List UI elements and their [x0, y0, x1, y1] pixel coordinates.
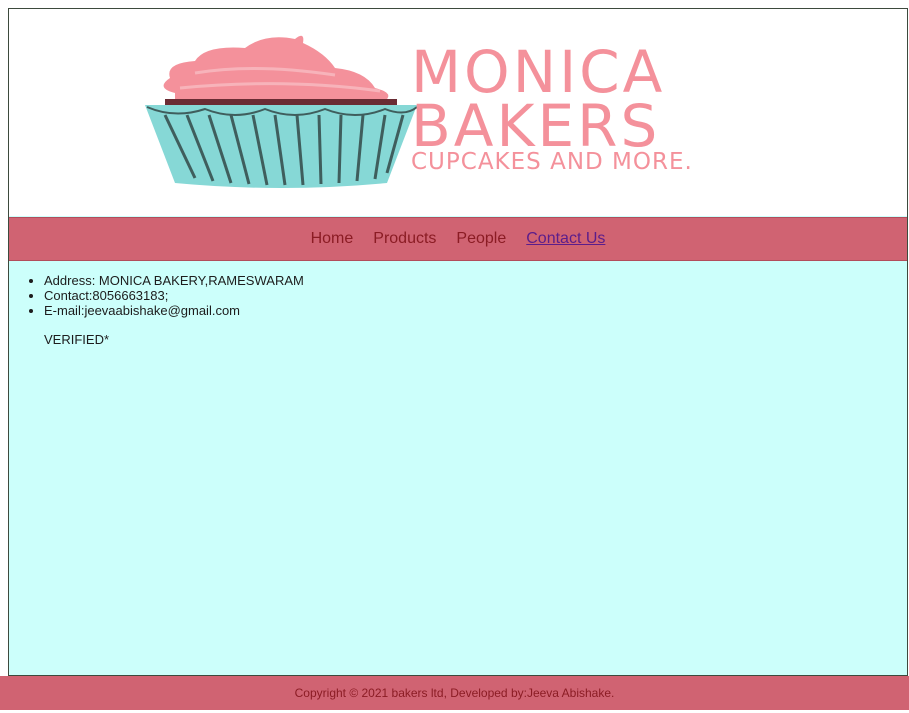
nav-people[interactable]: People: [456, 230, 506, 248]
logo-title-line2: BAKERS: [411, 92, 661, 160]
contact-address: Address: MONICA BAKERY,RAMESWARAM: [44, 273, 907, 288]
footer-copyright: Copyright © 2021 bakers ltd, Developed b…: [294, 686, 615, 700]
contact-list: Address: MONICA BAKERY,RAMESWARAM Contac…: [9, 273, 907, 318]
logo-text: MONICA BAKERS CUPCAKES AND MORE.: [411, 43, 693, 175]
logo-tagline: CUPCAKES AND MORE.: [411, 149, 693, 175]
footer: Copyright © 2021 bakers ltd, Developed b…: [0, 676, 909, 710]
contact-email: E-mail:jeevaabishake@gmail.com: [44, 303, 907, 318]
nav-home[interactable]: Home: [311, 230, 354, 248]
contact-phone: Contact:8056663183;: [44, 288, 907, 303]
contact-content: Address: MONICA BAKERY,RAMESWARAM Contac…: [9, 269, 907, 347]
cupcake-logo-icon: [145, 35, 418, 188]
header-banner: MONICA BAKERS CUPCAKES AND MORE.: [9, 9, 907, 216]
page-frame: MONICA BAKERS CUPCAKES AND MORE. Home Pr…: [8, 8, 908, 676]
main-nav: Home Products People Contact Us: [9, 217, 907, 261]
verified-label: VERIFIED*: [44, 332, 110, 347]
nav-products[interactable]: Products: [373, 230, 436, 248]
nav-contact-us[interactable]: Contact Us: [526, 230, 605, 248]
